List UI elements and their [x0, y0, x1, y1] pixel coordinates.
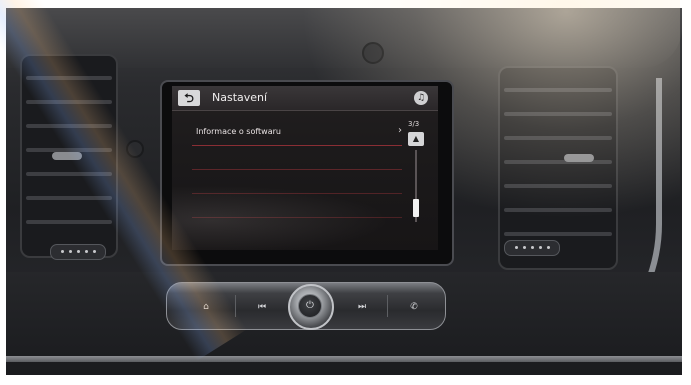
vent-slat	[26, 172, 112, 176]
dashboard-sensor	[362, 42, 384, 64]
lower-chrome-trim	[6, 356, 682, 362]
vent-slat	[26, 100, 112, 104]
back-button[interactable]: ⮌	[178, 90, 200, 106]
chevron-right-icon: ›	[398, 125, 402, 136]
dashboard-sensor	[126, 140, 144, 158]
screen-reflection	[172, 176, 438, 250]
next-track-icon: ⏭	[357, 302, 367, 312]
menu-divider	[192, 145, 402, 146]
vent-slat	[26, 220, 112, 224]
button-separator	[235, 295, 236, 317]
car-dashboard-photo: ⮌ Nastavení ♫ Informace o softwaru › 3/3…	[0, 0, 691, 385]
next-track-button[interactable]: ⏭	[337, 297, 387, 317]
vent-adjust-knob[interactable]	[52, 152, 82, 160]
phone-icon: ✆	[410, 302, 418, 312]
previous-track-icon: ⏮	[257, 302, 267, 312]
page-counter: 3/3	[408, 120, 420, 128]
power-volume-knob[interactable]: ⏻	[288, 284, 334, 330]
scroll-up-button[interactable]: ▲	[408, 132, 424, 146]
left-vent-control[interactable]	[50, 244, 106, 260]
menu-divider	[192, 169, 402, 170]
menu-item-software-info[interactable]: Informace o softwaru ›	[192, 122, 402, 144]
infotainment-screen[interactable]: ⮌ Nastavení ♫ Informace o softwaru › 3/3…	[172, 86, 438, 250]
music-note-icon: ♫	[416, 93, 426, 103]
left-air-vent[interactable]	[20, 54, 118, 258]
page-title: Nastavení	[212, 91, 268, 104]
home-button[interactable]: ⌂	[181, 297, 231, 317]
vent-slat	[26, 196, 112, 200]
phone-button[interactable]: ✆	[389, 297, 439, 317]
menu-item-label: Informace o softwaru	[196, 127, 281, 136]
vent-slat	[26, 76, 112, 80]
scroll-up-icon: ▲	[412, 134, 420, 143]
back-arrow-icon: ⮌	[184, 91, 194, 105]
previous-track-button[interactable]: ⏮	[237, 297, 287, 317]
media-icon[interactable]: ♫	[414, 91, 428, 105]
screen-header: ⮌ Nastavení ♫	[172, 86, 438, 111]
button-separator	[387, 295, 388, 317]
vent-slat	[26, 124, 112, 128]
power-icon: ⏻	[298, 294, 322, 318]
home-icon: ⌂	[203, 302, 209, 312]
